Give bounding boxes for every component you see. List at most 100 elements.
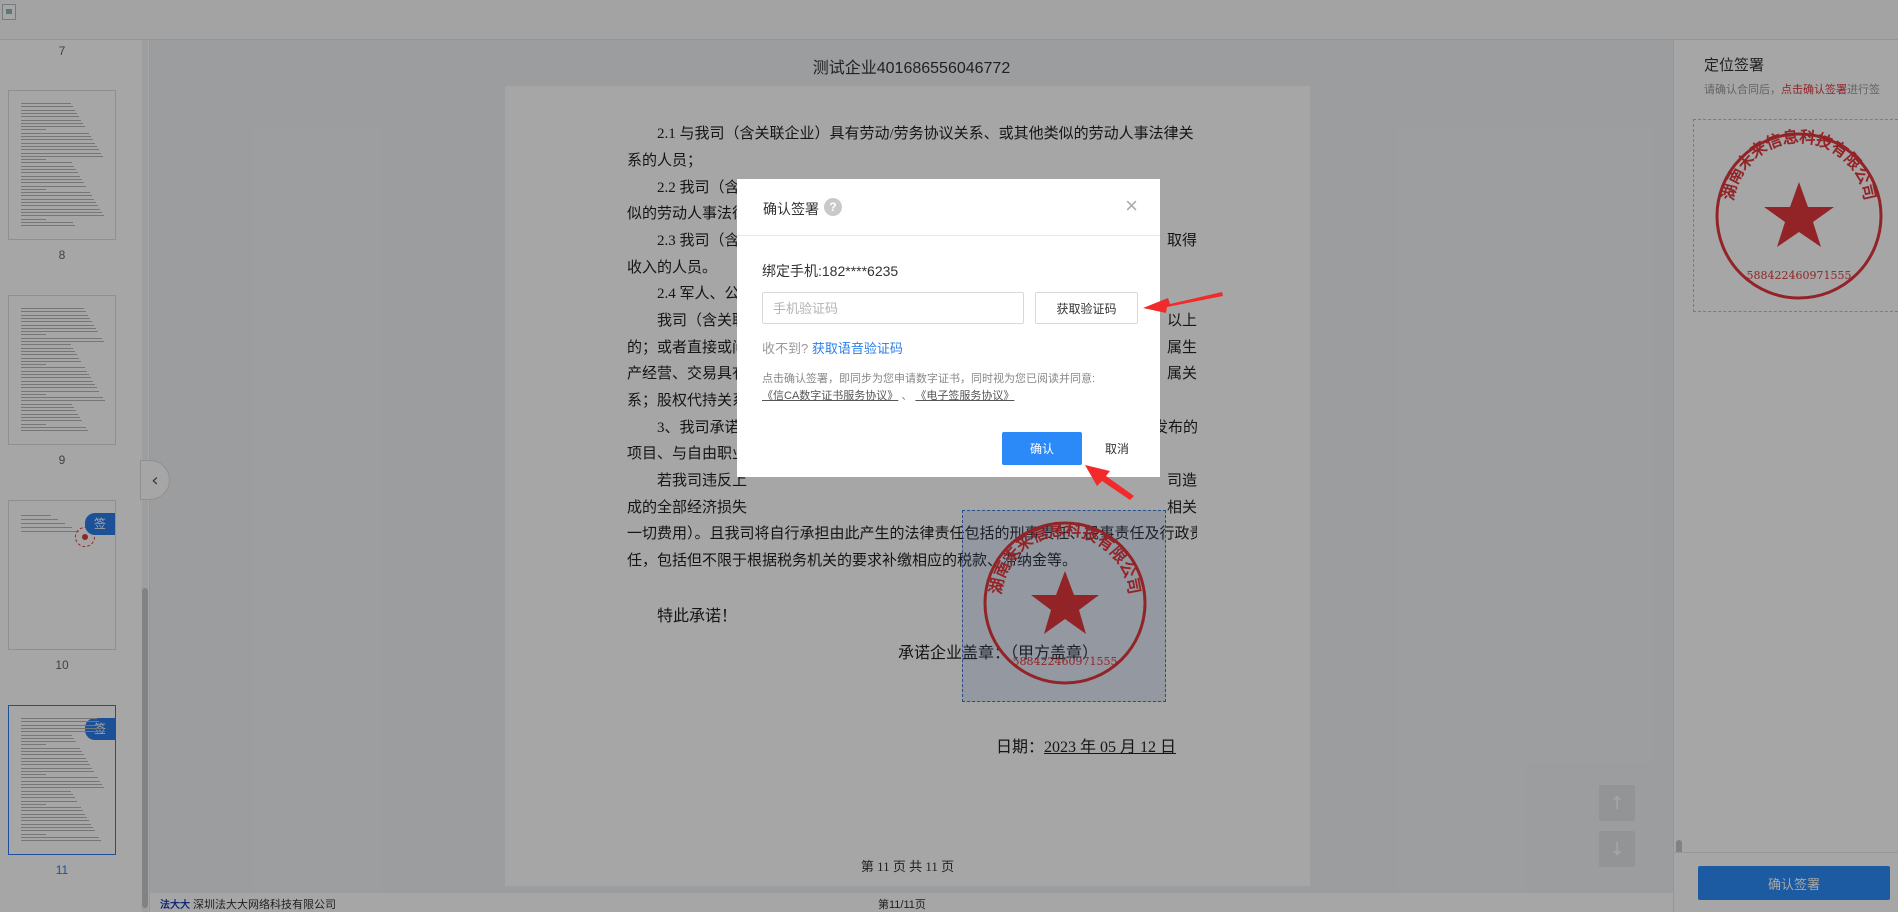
panel-hint: 请确认合同后，点击确认签署进行签 bbox=[1704, 84, 1880, 96]
page-number: 11 bbox=[55, 863, 69, 877]
placed-seal[interactable]: 湖南未来信息科技有限公司 588422460971555 bbox=[962, 510, 1166, 702]
thumb-text-line bbox=[21, 192, 90, 194]
date-line: 日期：2023 年 05 月 12 日 bbox=[996, 739, 1177, 756]
thumb-text-line bbox=[21, 221, 73, 223]
thumb-text-line bbox=[21, 208, 100, 210]
svg-text:588422460971555: 588422460971555 bbox=[1747, 269, 1852, 282]
doc-fragment: 属关 bbox=[1167, 366, 1198, 382]
thumb-text-line bbox=[21, 225, 75, 227]
thumb-text-line bbox=[21, 159, 46, 161]
thumb-text-line bbox=[21, 169, 76, 170]
thumb-text-line bbox=[21, 172, 78, 174]
thumb-text-line bbox=[21, 830, 95, 832]
thumb-text-line bbox=[21, 377, 91, 379]
page-thumbnail-9[interactable] bbox=[8, 295, 116, 445]
pledge-text: 特此承诺！ bbox=[657, 608, 738, 625]
thumb-text-line bbox=[21, 423, 46, 425]
doc-fragment: 相关 bbox=[1167, 500, 1198, 516]
thumb-text-line bbox=[21, 760, 88, 762]
page-number: 7 bbox=[58, 44, 66, 58]
arrow-down-icon[interactable]: ↓ bbox=[1599, 831, 1635, 867]
page-thumbnail-11[interactable]: 签 bbox=[8, 705, 116, 855]
seal-option[interactable]: 湖南未来信息科技有限公司 588422460971555 bbox=[1693, 119, 1898, 312]
thumb-text-line bbox=[21, 132, 89, 134]
thumb-text-line bbox=[21, 354, 77, 356]
thumb-text-line bbox=[21, 764, 90, 766]
thumb-text-line bbox=[21, 430, 88, 432]
thumb-text-line bbox=[21, 367, 85, 369]
thumb-text-line bbox=[21, 774, 46, 776]
esign-agreement-link[interactable]: 《电子签服务协议》 bbox=[915, 390, 1014, 402]
doc-fragment: 司造 bbox=[1167, 473, 1198, 489]
ca-agreement-link[interactable]: 《信CA数字证书服务协议》 bbox=[762, 390, 898, 402]
get-code-button[interactable]: 获取验证码 bbox=[1035, 292, 1138, 324]
thumb-text-line bbox=[21, 731, 105, 733]
doc-fragment: 属生 bbox=[1167, 340, 1198, 356]
thumb-text-line bbox=[21, 780, 100, 782]
no-code-line: 收不到? 获取语音验证码 bbox=[762, 341, 903, 356]
dialog-title: 确认签署 bbox=[763, 201, 819, 217]
thumb-text-line bbox=[21, 205, 98, 207]
thumb-text-line bbox=[21, 357, 79, 359]
confirm-button[interactable]: 确认 bbox=[1002, 432, 1082, 465]
thumb-text-line bbox=[21, 364, 46, 366]
cancel-button[interactable]: 取消 bbox=[1097, 432, 1137, 465]
positioning-sign-panel: 定位签署 请确认合同后，点击确认签署进行签 湖南未来信息科技有限公司 58842… bbox=[1673, 40, 1898, 912]
thumb-text-line bbox=[21, 823, 91, 825]
document-title: 测试企业401686556046772 bbox=[812, 60, 1011, 77]
doc-line: 系的人员； bbox=[627, 153, 703, 169]
thumb-text-line bbox=[21, 350, 75, 352]
thumb-text-line bbox=[21, 126, 85, 128]
agreement-notice: 点击确认签署，即同步为您申请数字证书，同时视为您已阅读并同意: 《信CA数字证书… bbox=[762, 373, 1096, 402]
page-thumbnail-10[interactable]: 签 bbox=[8, 500, 116, 650]
thumb-text-line bbox=[21, 331, 98, 333]
confirm-sign-button[interactable]: 确认签署 bbox=[1698, 866, 1890, 900]
thumb-text-line bbox=[21, 747, 80, 749]
thumb-text-line bbox=[21, 790, 71, 792]
thumb-text-line bbox=[21, 787, 104, 789]
page-thumbnail-8[interactable] bbox=[8, 90, 116, 240]
thumb-text-line bbox=[21, 112, 77, 114]
thumb-text-line bbox=[21, 109, 75, 111]
verification-code-input[interactable] bbox=[762, 292, 1024, 324]
thumb-text-line bbox=[21, 337, 102, 339]
thumb-text-line bbox=[21, 195, 92, 197]
brand-logo: 法大大 bbox=[160, 900, 190, 911]
thumb-text-line bbox=[21, 145, 97, 147]
thumb-text-line bbox=[21, 202, 96, 203]
voice-code-link[interactable]: 获取语音验证码 bbox=[812, 341, 903, 356]
company-seal-image: 湖南未来信息科技有限公司 588422460971555 bbox=[983, 520, 1147, 685]
thumb-text-line bbox=[21, 724, 101, 726]
sidebar-scrollbar-thumb[interactable] bbox=[142, 588, 148, 908]
company-seal-image: 湖南未来信息科技有限公司 588422460971555 bbox=[1715, 127, 1883, 300]
thumb-text-line bbox=[21, 198, 94, 200]
thumb-text-line bbox=[21, 374, 89, 375]
thumb-text-line bbox=[21, 807, 81, 809]
thumb-text-line bbox=[21, 165, 74, 167]
thumb-text-line bbox=[21, 803, 46, 805]
page-indicator: 第11/11页 bbox=[878, 899, 926, 911]
question-circle-icon[interactable]: ? bbox=[824, 198, 842, 216]
doc-line: 2.1 与我司（含关联企业）具有劳动/劳务协议关系、或其他类似的劳动人事法律关 bbox=[657, 126, 1194, 142]
thumb-text-line bbox=[21, 840, 101, 842]
signed-badge: 签 bbox=[85, 513, 115, 535]
thumb-text-line bbox=[21, 341, 104, 342]
thumb-text-line bbox=[21, 155, 103, 157]
thumb-text-line bbox=[21, 314, 88, 316]
thumb-text-line bbox=[21, 793, 73, 795]
thumb-text-line bbox=[21, 387, 97, 389]
bound-phone: 绑定手机:182****6235 bbox=[762, 263, 899, 279]
thumb-text-line bbox=[21, 327, 96, 329]
thumb-text-line bbox=[21, 718, 97, 719]
broken-image-icon bbox=[2, 4, 16, 20]
thumb-text-line bbox=[21, 390, 99, 392]
thumb-text-line bbox=[21, 308, 84, 309]
thumb-text-line bbox=[21, 185, 86, 187]
svg-text:588422460971555: 588422460971555 bbox=[1013, 655, 1118, 668]
thumb-text-line bbox=[21, 397, 103, 399]
close-icon[interactable]: × bbox=[1125, 195, 1138, 217]
thumb-text-line bbox=[21, 119, 81, 121]
thumb-text-line bbox=[21, 311, 86, 313]
thumb-text-line bbox=[21, 380, 93, 382]
arrow-up-icon[interactable]: ↑ bbox=[1599, 785, 1635, 821]
